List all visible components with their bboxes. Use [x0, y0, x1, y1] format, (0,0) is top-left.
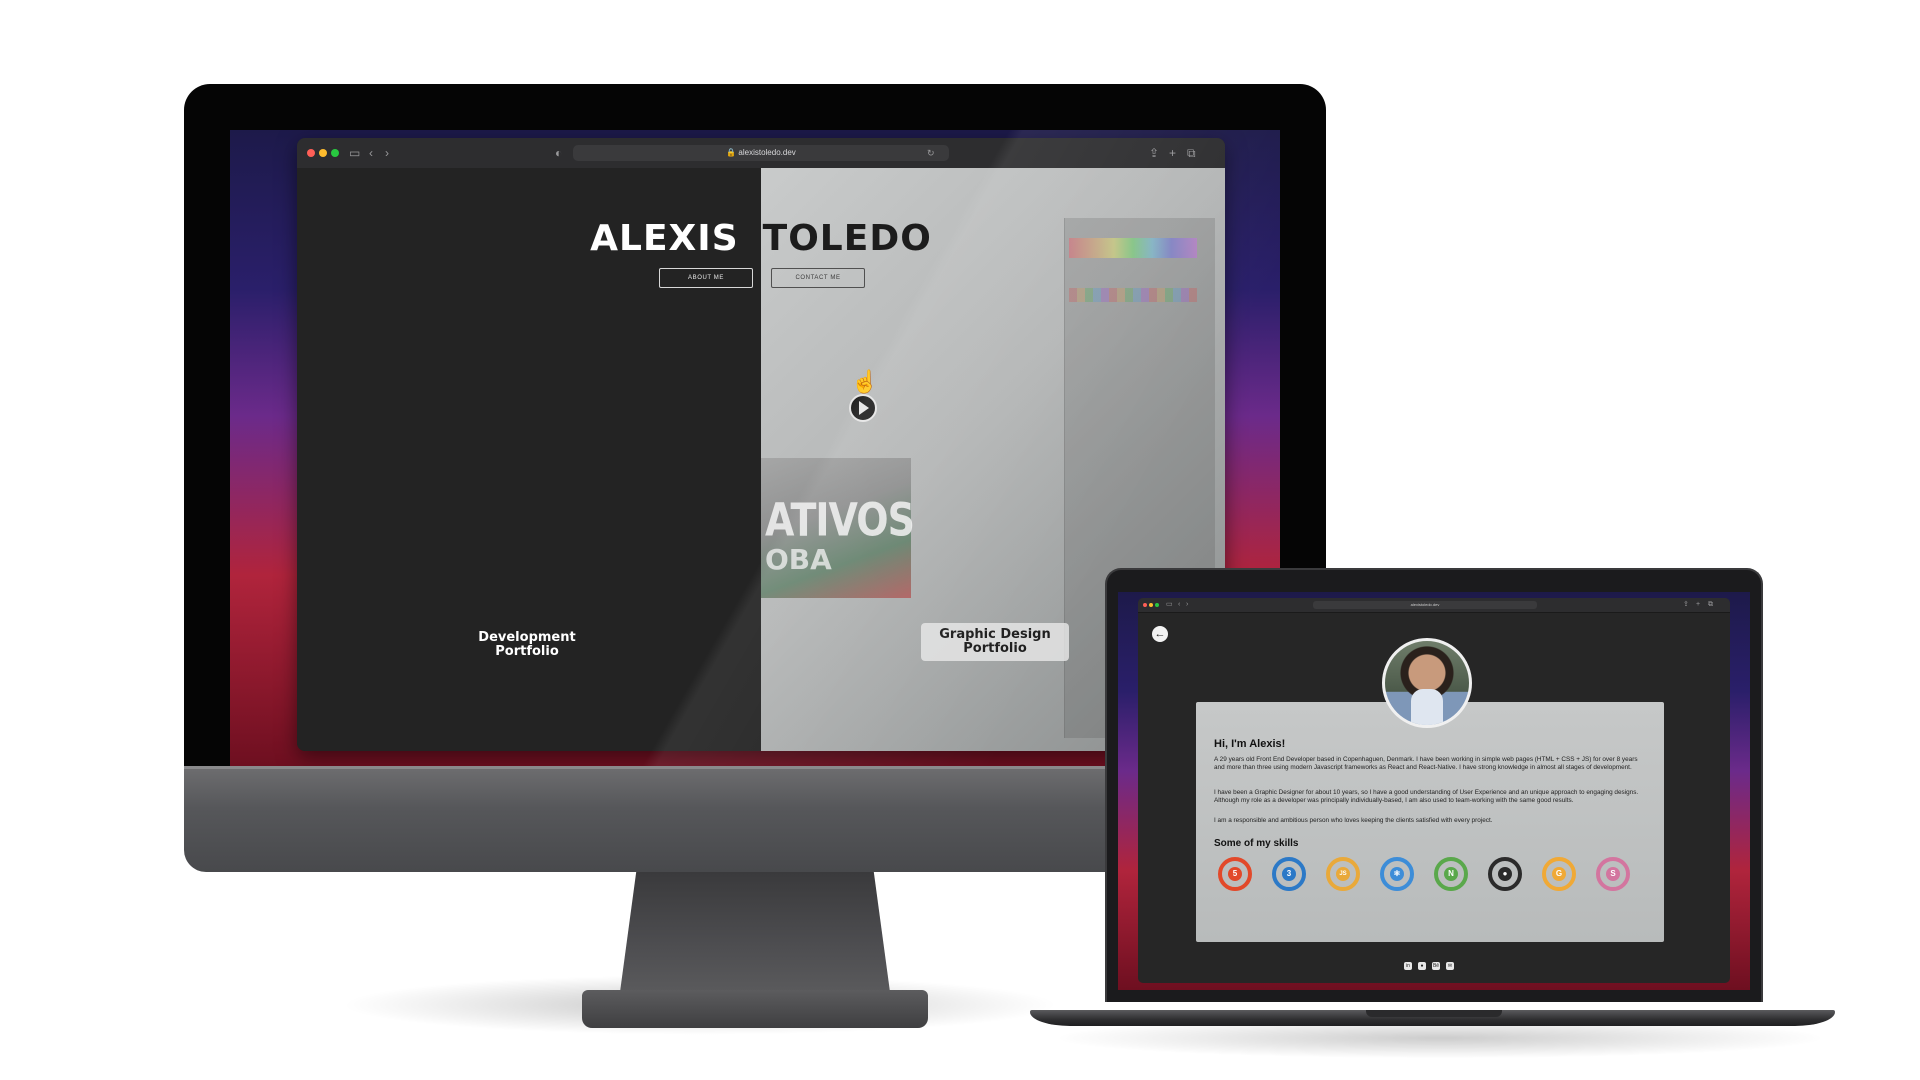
imac-stand-foot — [582, 990, 928, 1028]
tabs-overview-icon[interactable]: ⧉ — [1187, 144, 1196, 162]
about-card: Hi, I'm Alexis! A 29 years old Front End… — [1196, 702, 1664, 942]
poster-text: ATIVOS — [765, 493, 915, 547]
node-icon: N — [1434, 857, 1468, 891]
hero-title: ALEXIS TOLEDO — [297, 218, 1225, 259]
hero-last-name: TOLEDO — [762, 218, 932, 259]
address-bar[interactable]: alexistoledo.dev — [1313, 601, 1537, 609]
about-paragraph: I have been a Graphic Designer for about… — [1214, 789, 1639, 804]
hero-first-name: ALEXIS — [590, 218, 739, 259]
css3-icon: 3 — [1272, 857, 1306, 891]
browser-toolbar: ▭ ‹ › ◐ 🔒 alexistoledo.dev ↻ ⇪ + ⧉ — [297, 138, 1225, 169]
skills-heading: Some of my skills — [1214, 838, 1299, 849]
github-icon: ● — [1488, 857, 1522, 891]
about-paragraph: A 29 years old Front End Developer based… — [1214, 756, 1638, 771]
behance-icon[interactable]: Bē — [1432, 962, 1440, 970]
profile-avatar — [1382, 638, 1472, 728]
zoom-dot[interactable] — [331, 149, 339, 157]
about-greeting: Hi, I'm Alexis! — [1214, 738, 1286, 750]
shield-icon: ◐ — [555, 146, 563, 160]
skills-row: 5 3 JS ⚛ N ● G S — [1218, 857, 1638, 897]
github-icon[interactable]: ● — [1418, 962, 1426, 970]
forward-icon[interactable]: › — [1186, 600, 1188, 610]
url-text: alexistoledo.dev — [1410, 602, 1440, 607]
color-swatches — [1069, 288, 1197, 302]
react-icon: ⚛ — [1380, 857, 1414, 891]
forward-icon[interactable]: › — [385, 144, 389, 162]
linkedin-icon[interactable]: in — [1404, 962, 1412, 970]
back-icon[interactable]: ‹ — [1178, 600, 1180, 610]
browser-toolbar: ▭ ‹ › alexistoledo.dev ⇪ + ⧉ — [1138, 598, 1730, 613]
minimize-dot[interactable] — [1149, 603, 1153, 607]
browser-window: ▭ ‹ › alexistoledo.dev ⇪ + ⧉ ← Hi, I'm A… — [1138, 598, 1730, 983]
hand-cursor-icon: ☝ — [851, 369, 879, 394]
html5-icon: 5 — [1218, 857, 1252, 891]
contact-me-button[interactable]: CONTACT ME — [771, 268, 865, 288]
sidebar-icon[interactable]: ▭ — [349, 144, 360, 162]
development-portfolio-link[interactable]: Development Portfolio — [447, 631, 607, 659]
mail-icon[interactable]: ✉ — [1446, 962, 1454, 970]
browser-window: ▭ ‹ › ◐ 🔒 alexistoledo.dev ↻ ⇪ + ⧉ ATIVO… — [297, 138, 1225, 751]
share-icon[interactable]: ⇪ — [1149, 144, 1159, 162]
macbook-screen: ▭ ‹ › alexistoledo.dev ⇪ + ⧉ ← Hi, I'm A… — [1118, 592, 1750, 990]
back-icon[interactable]: ‹ — [369, 144, 373, 162]
macbook-notch — [1366, 1010, 1502, 1017]
play-icon[interactable] — [849, 394, 877, 422]
graphic-design-portfolio-link[interactable]: Graphic Design Portfolio — [921, 623, 1069, 661]
close-dot[interactable] — [1143, 603, 1147, 607]
reload-icon[interactable]: ↻ — [927, 144, 935, 162]
gatsby-icon: G — [1542, 857, 1576, 891]
close-dot[interactable] — [307, 149, 315, 157]
url-text: alexistoledo.dev — [738, 148, 796, 157]
new-tab-icon[interactable]: + — [1169, 144, 1176, 162]
imac-stand-neck — [620, 872, 890, 992]
share-icon[interactable]: ⇪ — [1683, 600, 1689, 610]
address-bar[interactable]: 🔒 alexistoledo.dev — [573, 145, 949, 161]
minimize-dot[interactable] — [319, 149, 327, 157]
javascript-icon: JS — [1326, 857, 1360, 891]
tabs-overview-icon[interactable]: ⧉ — [1708, 600, 1713, 610]
zoom-dot[interactable] — [1155, 603, 1159, 607]
social-links: in ● Bē ✉ — [1404, 962, 1464, 972]
about-paragraph: I am a responsible and ambitious person … — [1214, 817, 1493, 824]
about-me-button[interactable]: ABOUT ME — [659, 268, 753, 288]
poster-subtext: OBA — [765, 543, 832, 576]
sidebar-icon[interactable]: ▭ — [1166, 600, 1173, 610]
back-arrow-icon[interactable]: ← — [1152, 626, 1168, 642]
lock-icon: 🔒 — [726, 148, 737, 157]
sass-icon: S — [1596, 857, 1630, 891]
new-tab-icon[interactable]: + — [1696, 600, 1700, 610]
